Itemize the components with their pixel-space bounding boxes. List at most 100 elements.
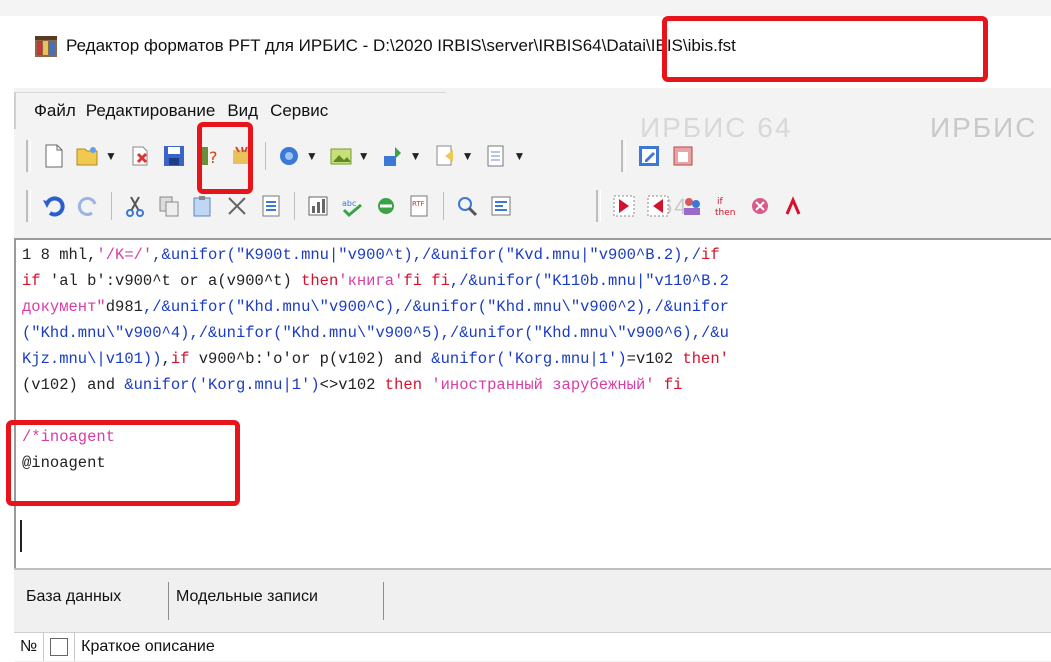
code-token: ,/&unifor( [440, 324, 534, 342]
macro-icon[interactable] [747, 192, 773, 220]
menu-service[interactable]: Сервис [270, 101, 328, 121]
column-select-all[interactable] [44, 633, 76, 661]
code-line[interactable]: ("Khd.mnu\"v900^4),/&unifor("Khd.mnu\"v9… [22, 324, 729, 342]
code-token: (v102) and [22, 376, 125, 394]
code-line[interactable]: if 'al b':v900^t or a(v900^t) then'книга… [22, 272, 729, 290]
globe-icon[interactable] [276, 142, 302, 170]
redo-icon[interactable] [75, 192, 101, 220]
code-token: if [170, 350, 190, 368]
code-token: v900^b:'o'or p(v102) and [189, 350, 432, 368]
tab-database[interactable]: База данных [26, 588, 121, 606]
spellcheck-icon[interactable]: abc [339, 192, 365, 220]
select-all-icon[interactable] [258, 192, 284, 220]
code-line[interactable]: Kjz.mnu\|v101)),if v900^b:'o'or p(v102) … [22, 350, 729, 368]
toolbar-row-2: abc RTF if then [14, 186, 1051, 226]
save-icon[interactable] [161, 142, 187, 170]
export-icon[interactable] [380, 142, 406, 170]
code-token: "K900t.mnu|"v900^t) [235, 246, 413, 264]
svg-text:abc: abc [342, 199, 356, 208]
code-token: ("Khd.mnu\"v900^4) [22, 324, 190, 342]
users-icon[interactable] [679, 192, 705, 220]
paste-icon[interactable] [190, 192, 216, 220]
chevron-down-icon[interactable]: ▼ [513, 149, 525, 163]
new-file-icon[interactable] [41, 142, 67, 170]
edit-icon[interactable] [636, 142, 662, 170]
code-editor[interactable]: 1 8 mhl,'/K=/',&unifor("K900t.mnu|"v900^… [14, 238, 1051, 568]
code-token: ,/&unifor [645, 298, 729, 316]
copy-icon[interactable] [156, 192, 182, 220]
menu-edit[interactable]: Редактирование [86, 101, 216, 121]
code-token: 'книга' [338, 272, 404, 290]
code-token: '/K=/' [96, 246, 153, 264]
chevron-down-icon[interactable]: ▼ [306, 149, 318, 163]
code-token: fi [654, 376, 683, 394]
open-file-icon[interactable] [75, 142, 101, 170]
code-token: ,/&unifor( [394, 298, 488, 316]
record-icon[interactable] [432, 142, 458, 170]
top-strip [0, 0, 1051, 16]
chart-icon[interactable] [305, 192, 331, 220]
menu-view[interactable]: Вид [227, 101, 258, 121]
code-token: "Kvd.mnu|"v900^B.2) [505, 246, 683, 264]
chevron-down-icon[interactable]: ▼ [358, 149, 370, 163]
code-token: if [22, 272, 41, 290]
records-list-header: № Краткое описание [14, 632, 1051, 661]
code-token: then [384, 376, 423, 394]
tab-separator [383, 582, 384, 620]
format-icon[interactable] [488, 192, 514, 220]
undo-icon[interactable] [41, 192, 67, 220]
code-token: ,/&unifor( [412, 246, 506, 264]
code-token: if [701, 246, 720, 264]
code-token: 'иностранный зарубежный' [422, 376, 655, 394]
search-icon[interactable] [454, 192, 480, 220]
window-title: Редактор форматов PFT для ИРБИС - D:\202… [66, 36, 736, 55]
document-icon[interactable] [483, 142, 509, 170]
menu-file[interactable]: Файл [34, 101, 76, 121]
step-forward-icon[interactable] [611, 192, 637, 220]
image-icon[interactable] [328, 142, 354, 170]
highlight-save-button [197, 122, 253, 194]
rtf-icon[interactable]: RTF [407, 192, 433, 220]
tools-icon[interactable] [373, 192, 399, 220]
column-description[interactable]: Краткое описание [75, 633, 221, 661]
code-token: "Khd.mnu\"v900^2) [487, 298, 646, 316]
code-token: ,/ [682, 246, 702, 264]
chevron-down-icon[interactable]: ▼ [410, 149, 422, 163]
code-token: "Khd.mnu\"v900^6) [533, 324, 692, 342]
delete-icon[interactable] [224, 192, 250, 220]
svg-text:then: then [715, 208, 735, 218]
code-token: d981 [105, 298, 143, 316]
code-token: ,/&unifor( [189, 324, 283, 342]
highlight-inoagent-code [6, 420, 240, 506]
toolbar-grip [26, 140, 31, 172]
table-icon[interactable] [670, 142, 696, 170]
step-back-icon[interactable] [645, 192, 671, 220]
code-token: fi fi [403, 272, 450, 290]
code-token: ,/&u [691, 324, 729, 342]
close-file-icon[interactable] [127, 142, 153, 170]
toolbar-separator [443, 192, 444, 220]
code-line[interactable]: (v102) and &unifor('Korg.mnu|1')<>v102 t… [22, 376, 682, 394]
code-line[interactable]: 1 8 mhl,'/K=/',&unifor("K900t.mnu|"v900^… [22, 246, 720, 264]
code-token: документ" [22, 298, 106, 316]
column-number[interactable]: № [14, 633, 45, 661]
cut-icon[interactable] [122, 192, 148, 220]
toolbar-separator [111, 192, 112, 220]
select-all-checkbox[interactable] [50, 638, 69, 656]
svg-text:if: if [717, 197, 724, 207]
code-line[interactable]: документ"d981 ,/&unifor("Khd.mnu\"v900^C)… [22, 298, 729, 316]
if-then-icon[interactable]: if then [713, 192, 739, 220]
chevron-down-icon[interactable]: ▼ [462, 149, 474, 163]
tab-model-records[interactable]: Модельные записи [176, 588, 318, 606]
code-token: then' [682, 350, 729, 368]
svg-text:RTF: RTF [412, 200, 425, 208]
code-token: "K110b.mnu|"v110^B.2 [542, 272, 729, 290]
toolbar-separator [264, 142, 266, 170]
toolbar-grip [26, 190, 31, 222]
code-token: "Khd.mnu\"v900^5) [282, 324, 441, 342]
app-icon [35, 36, 57, 57]
chevron-down-icon[interactable]: ▼ [105, 149, 117, 163]
run-icon[interactable] [781, 192, 807, 220]
code-token: , [161, 350, 171, 368]
code-token: "Khd.mnu\"v900^C) [235, 298, 395, 316]
